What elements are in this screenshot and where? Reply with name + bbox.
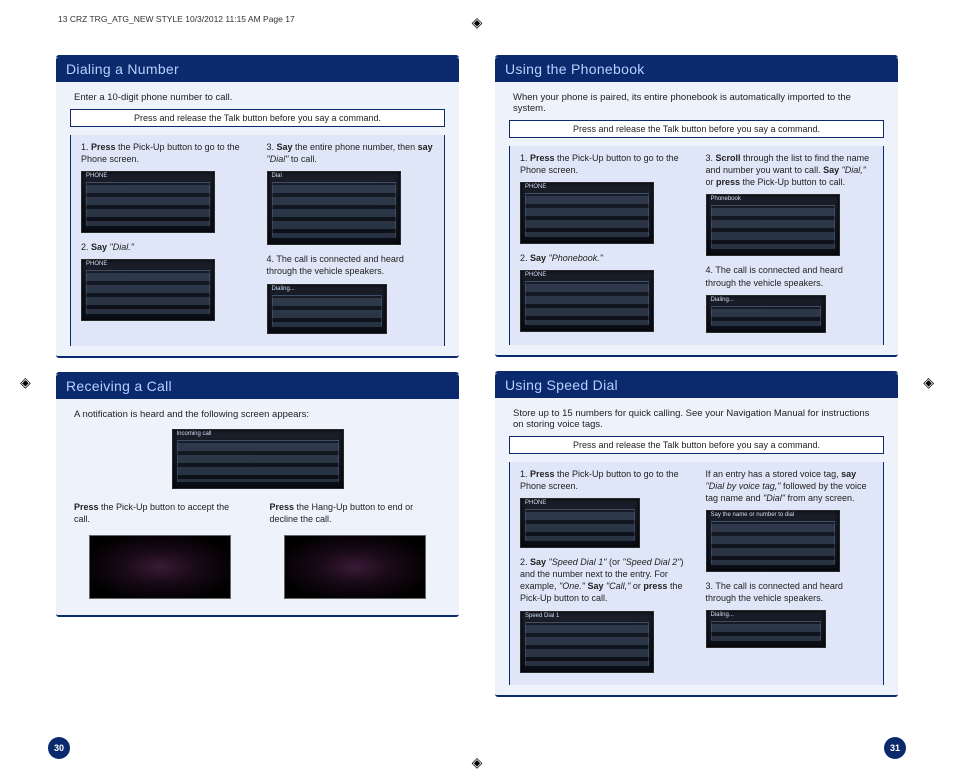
screenshot-phone: PHONE	[81, 259, 215, 321]
sheet: 13 CRZ TRG_ATG_NEW STYLE 10/3/2012 11:15…	[0, 0, 954, 781]
accept-call-text: Press the Pick-Up button to accept the c…	[74, 501, 246, 525]
registration-mark-icon: ◈	[20, 374, 31, 391]
page-right: Using the Phonebook When your phone is p…	[495, 55, 898, 741]
talk-note: Press and release the Talk button before…	[509, 120, 884, 138]
voice-tag-note: If an entry has a stored voice tag, say …	[706, 468, 874, 504]
screenshot-voice-tag: Say the name or number to dial	[706, 510, 840, 572]
page-number: 31	[884, 737, 906, 759]
screenshot-speed-dial-list: Speed Dial 1	[520, 611, 654, 673]
screenshot-dialpad: Dial	[267, 171, 401, 245]
step-1: 1. Press the Pick-Up button to go to the…	[520, 468, 688, 492]
intro-text: A notification is heard and the followin…	[74, 409, 441, 420]
intro-text: When your phone is paired, its entire ph…	[513, 92, 880, 114]
module-speed-dial: Using Speed Dial Store up to 15 numbers …	[495, 371, 898, 697]
module-receiving: Receiving a Call A notification is heard…	[56, 372, 459, 617]
talk-note: Press and release the Talk button before…	[509, 436, 884, 454]
registration-mark-icon: ◈	[472, 754, 483, 771]
talk-note: Press and release the Talk button before…	[70, 109, 445, 127]
intro-text: Enter a 10-digit phone number to call.	[74, 92, 441, 103]
page-number: 30	[48, 737, 70, 759]
screenshot-phone: PHONE	[520, 270, 654, 332]
steering-control-image	[284, 535, 426, 599]
registration-mark-icon: ◈	[923, 374, 934, 391]
section-title: Dialing a Number	[56, 57, 459, 82]
screenshot-phonebook-list: Phonebook	[706, 194, 840, 256]
section-title: Receiving a Call	[56, 374, 459, 399]
section-title: Using the Phonebook	[495, 57, 898, 82]
screenshot-incoming: Incoming call	[172, 429, 344, 489]
module-phonebook: Using the Phonebook When your phone is p…	[495, 55, 898, 357]
step-2: 2. Say "Phonebook."	[520, 252, 688, 264]
step-3: 3. The call is connected and heard throu…	[706, 580, 874, 604]
screenshot-dialing: Dialing...	[267, 284, 387, 334]
module-dialing: Dialing a Number Enter a 10-digit phone …	[56, 55, 459, 358]
page-left: Dialing a Number Enter a 10-digit phone …	[56, 55, 459, 741]
screenshot-phone: PHONE	[81, 171, 215, 233]
step-1: 1. Press the Pick-Up button to go to the…	[81, 141, 249, 165]
step-4: 4. The call is connected and heard throu…	[706, 264, 874, 288]
step-2: 2. Say "Speed Dial 1" (or "Speed Dial 2"…	[520, 556, 688, 605]
step-1: 1. Press the Pick-Up button to go to the…	[520, 152, 688, 176]
screenshot-dialing: Dialing...	[706, 295, 826, 333]
step-3: 3. Say the entire phone number, then say…	[267, 141, 435, 165]
registration-mark-icon: ◈	[472, 14, 483, 31]
print-header: 13 CRZ TRG_ATG_NEW STYLE 10/3/2012 11:15…	[58, 14, 295, 24]
screenshot-dialing: Dialing...	[706, 610, 826, 648]
step-4: 4. The call is connected and heard throu…	[267, 253, 435, 277]
step-3: 3. Scroll through the list to find the n…	[706, 152, 874, 188]
screenshot-phone: PHONE	[520, 498, 640, 548]
decline-call-text: Press the Hang-Up button to end or decli…	[270, 501, 442, 525]
step-2: 2. Say "Dial."	[81, 241, 249, 253]
section-title: Using Speed Dial	[495, 373, 898, 398]
screenshot-phone: PHONE	[520, 182, 654, 244]
steering-control-image	[89, 535, 231, 599]
intro-text: Store up to 15 numbers for quick calling…	[513, 408, 880, 430]
